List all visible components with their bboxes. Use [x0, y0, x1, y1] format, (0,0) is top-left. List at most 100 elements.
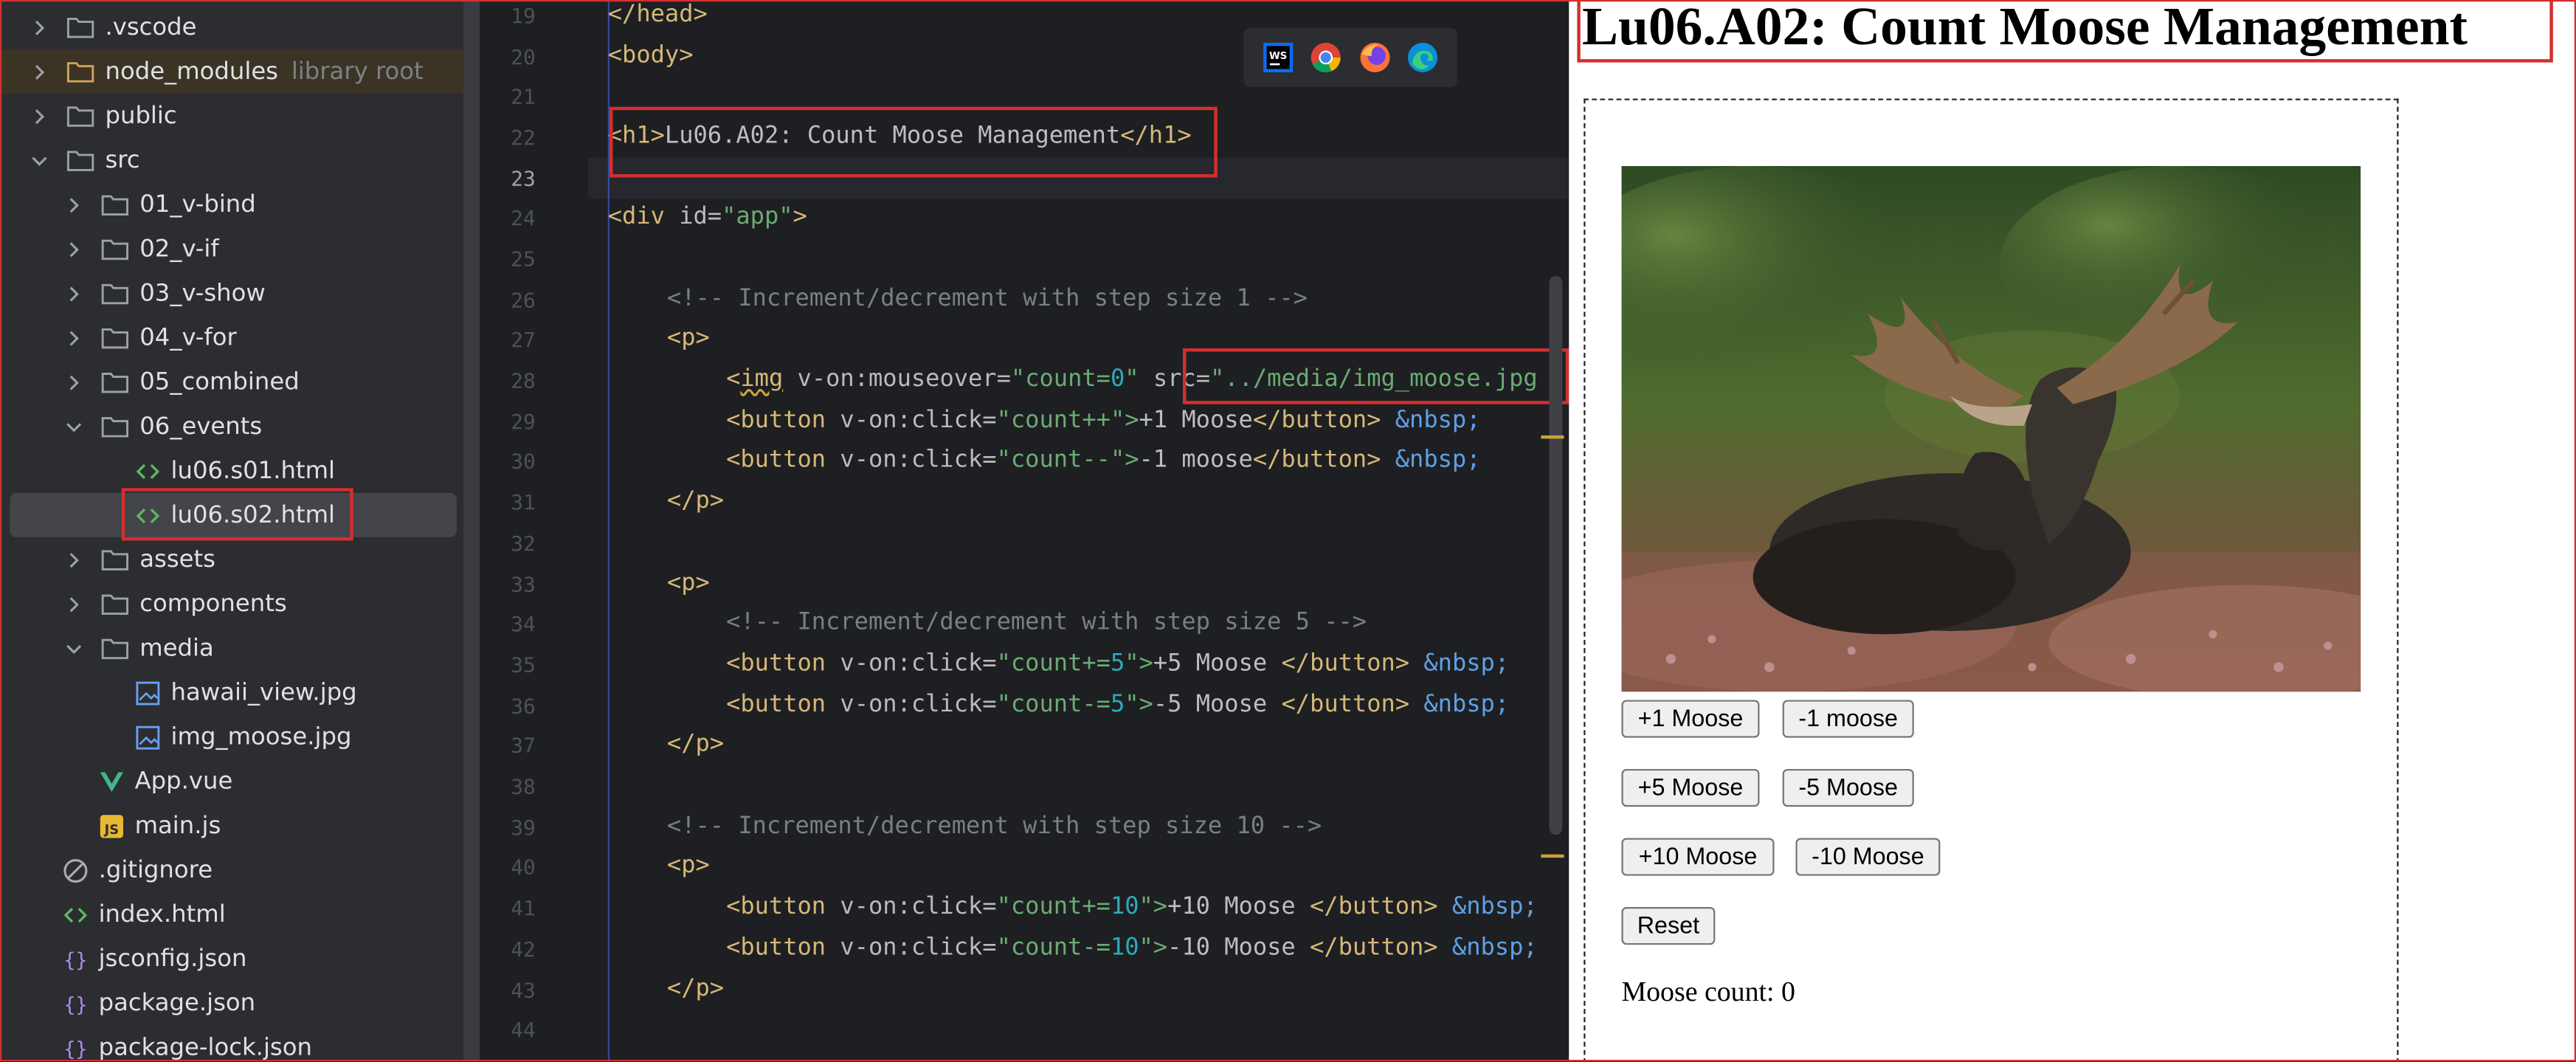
chevron-right-icon[interactable]: [30, 60, 49, 83]
chevron-right-icon[interactable]: [64, 238, 84, 261]
tree-item-05-combined[interactable]: 05_combined: [0, 360, 463, 404]
reset-button[interactable]: Reset: [1621, 906, 1716, 945]
chevron-right-icon[interactable]: [64, 593, 84, 616]
line-number: 35: [511, 652, 536, 677]
tree-item-03-v-show[interactable]: 03_v-show: [0, 271, 463, 315]
code-token: 5: [1110, 692, 1125, 718]
code-line: <button v-on:click="count+=10">+10 Moose…: [726, 887, 1538, 928]
code-token: "app": [722, 204, 793, 230]
plus-1-moose-button[interactable]: +1 Moose: [1621, 700, 1760, 738]
tree-item-lu06-s02[interactable]: lu06.s02.html: [10, 492, 457, 538]
code-line: <h1>Lu06.A02: Count Moose Management</h1…: [608, 117, 1192, 158]
chevron-down-icon[interactable]: [64, 637, 84, 660]
code-token: <!-- Increment/decrement with step size …: [666, 286, 1308, 313]
code-token: +10 Moose: [1167, 894, 1310, 920]
warning-marker[interactable]: [1541, 854, 1564, 858]
line-number: 22: [511, 125, 536, 150]
tree-item-assets[interactable]: assets: [0, 537, 463, 582]
code-token: v-on:click=: [826, 894, 997, 920]
webstorm-icon[interactable]: WS: [1261, 41, 1294, 75]
folder-icon: [100, 370, 130, 394]
code-line: <p>: [667, 564, 710, 605]
code-token: <button: [726, 692, 826, 718]
minus-5-moose-button[interactable]: -5 Moose: [1782, 768, 1914, 807]
chevron-right-icon[interactable]: [30, 15, 49, 38]
tree-item-src[interactable]: src: [0, 138, 463, 182]
tree-item-label: index.html: [98, 901, 226, 928]
html-file-icon: [63, 901, 89, 928]
chevron-right-icon[interactable]: [64, 326, 84, 349]
code-token: &nbsp;: [1423, 692, 1510, 718]
tree-item-label: App.vue: [134, 768, 233, 795]
tree-item-img-moose[interactable]: img_moose.jpg: [0, 714, 463, 759]
tree-item-index-html[interactable]: index.html: [0, 892, 463, 937]
code-token: 10: [1110, 934, 1139, 962]
chevron-down-icon[interactable]: [30, 148, 49, 171]
tree-item-media[interactable]: media: [0, 626, 463, 670]
plus-5-moose-button[interactable]: +5 Moose: [1621, 768, 1760, 807]
tree-item-label: package.json: [98, 990, 256, 1017]
tree-item-app-vue[interactable]: App.vue: [0, 759, 463, 804]
moose-image[interactable]: [1621, 165, 2361, 692]
folder-icon: [66, 148, 95, 172]
code-token: ": [1125, 366, 1139, 393]
code-token: <button: [726, 407, 826, 434]
plus-10-moose-button[interactable]: +10 Moose: [1621, 838, 1775, 876]
tree-item-06-events[interactable]: 06_events: [0, 404, 463, 449]
code-token: count-=: [1010, 934, 1111, 962]
tree-item-node-modules[interactable]: node_modules library root: [0, 49, 463, 94]
code-content[interactable]: </head> <body> <h1>Lu06.A02: Count Moose…: [608, 0, 1538, 1061]
panel-splitter[interactable]: [463, 0, 480, 1062]
tree-item-main-js[interactable]: JS main.js: [0, 804, 463, 848]
tree-item-hawaii-view[interactable]: hawaii_view.jpg: [0, 670, 463, 714]
chevron-right-icon[interactable]: [30, 104, 49, 127]
line-number: 37: [511, 732, 536, 758]
tree-item-label: 03_v-show: [139, 280, 266, 307]
tree-item-public[interactable]: public: [0, 94, 463, 138]
code-line: <button v-on:click="count-=10">-10 Moose…: [726, 928, 1538, 970]
code-token: <: [726, 366, 741, 393]
tree-item-lu06-s01[interactable]: lu06.s01.html: [0, 449, 463, 493]
svg-text:{}: {}: [63, 948, 87, 971]
chevron-down-icon[interactable]: [64, 415, 84, 438]
firefox-icon[interactable]: [1358, 41, 1392, 75]
tree-item-01-v-bind[interactable]: 01_v-bind: [0, 182, 463, 227]
code-line: <button v-on:click="count+=5">+5 Moose <…: [726, 644, 1509, 686]
edge-icon[interactable]: [1406, 41, 1440, 75]
code-token: ": [996, 650, 1011, 677]
code-token: <p>: [666, 325, 710, 352]
minus-1-moose-button[interactable]: -1 moose: [1782, 700, 1914, 738]
tree-item-jsconfig[interactable]: {} jsconfig.json: [0, 937, 463, 981]
editor-scrollbar[interactable]: [1549, 276, 1563, 835]
line-number: 25: [511, 246, 536, 272]
tree-item-package-lock[interactable]: {} package-lock.json: [0, 1025, 463, 1061]
line-number: 33: [511, 571, 536, 597]
tree-item-label: lu06.s02.html: [170, 502, 336, 528]
code-token: "../media/img_moose.jpg: [1210, 366, 1538, 393]
code-token: &nbsp;: [1395, 446, 1481, 474]
code-editor[interactable]: 19 20 21 22 23 24 25 26 27 28 29 30 31 3…: [480, 0, 1570, 1062]
code-line: <button v-on:click="count--">-1 moose</b…: [726, 441, 1480, 482]
browser-preview: Lu06.A02: Count Moose Management +1 Moos…: [1569, 0, 2576, 1062]
warning-marker[interactable]: [1541, 435, 1564, 439]
svg-text:{}: {}: [63, 993, 87, 1016]
tree-item-components[interactable]: components: [0, 582, 463, 626]
tree-item-package-json[interactable]: {} package.json: [0, 981, 463, 1025]
tree-item-04-v-for[interactable]: 04_v-for: [0, 315, 463, 359]
chevron-right-icon[interactable]: [64, 193, 84, 216]
tree-item-label: package-lock.json: [98, 1034, 312, 1061]
ide-screenshot: .vscode node_modules library root public…: [0, 0, 2576, 1062]
chevron-right-icon[interactable]: [64, 282, 84, 305]
chrome-icon[interactable]: [1310, 41, 1343, 75]
tree-item-gitignore[interactable]: .gitignore: [0, 848, 463, 892]
tree-item-vscode[interactable]: .vscode: [0, 5, 463, 49]
code-token: &nbsp;: [1451, 894, 1538, 920]
library-root-note: library root: [291, 58, 424, 85]
chevron-right-icon[interactable]: [64, 370, 84, 393]
tree-item-label: components: [139, 590, 287, 618]
minus-10-moose-button[interactable]: -10 Moose: [1795, 838, 1941, 876]
folder-icon: [100, 192, 130, 216]
chevron-right-icon[interactable]: [64, 548, 84, 571]
tree-item-02-v-if[interactable]: 02_v-if: [0, 227, 463, 271]
line-number: 27: [511, 327, 536, 352]
